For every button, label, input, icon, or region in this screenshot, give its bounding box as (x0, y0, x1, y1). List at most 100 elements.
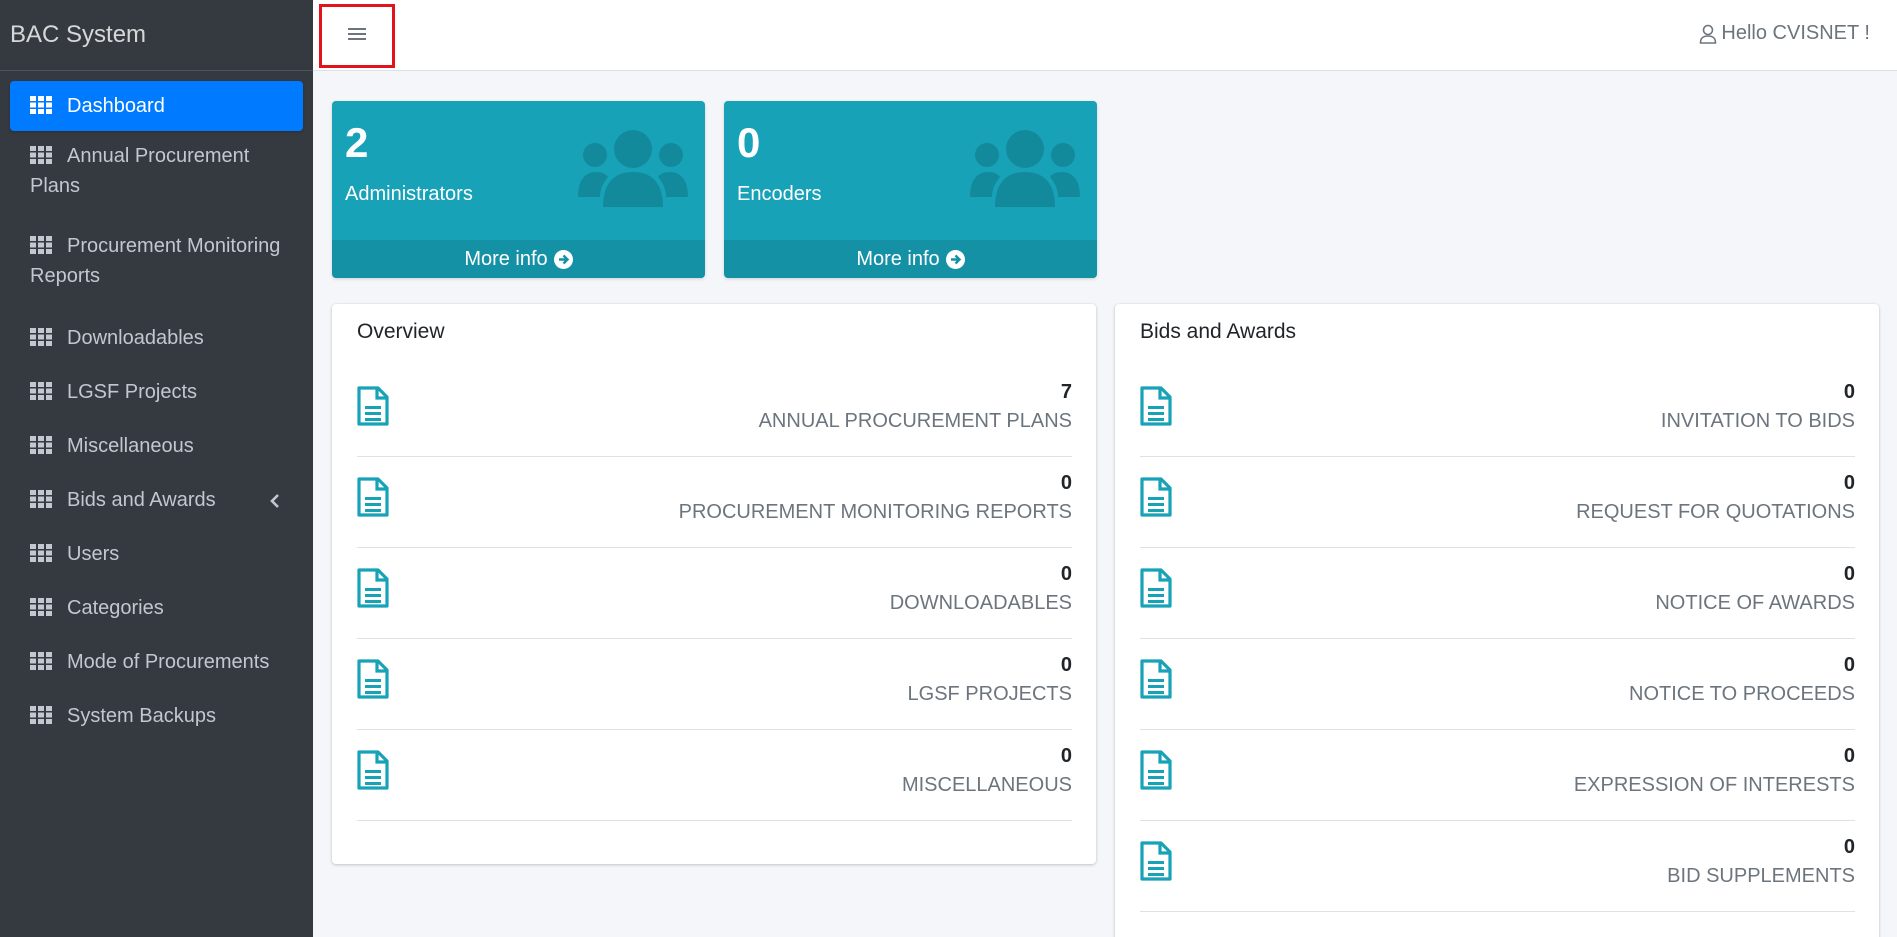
sidebar-item-label: LGSF Projects (67, 381, 198, 403)
item-label: INVITATION TO BIDS (1660, 410, 1855, 432)
item-label: BID SUPPLEMENTS (1667, 865, 1855, 887)
item-label: PROCUREMENT MONITORING REPORTS (678, 501, 1072, 523)
th-icon (30, 96, 52, 114)
sidebar-item-label: Mode of Procurements (67, 651, 270, 673)
top-navbar: Hello CVISNET ! (313, 0, 1897, 71)
arrow-circle-right-icon (553, 249, 573, 269)
user-menu[interactable]: Hello CVISNET ! (1699, 22, 1870, 45)
encoders-more-info-link[interactable]: More info (724, 240, 1097, 278)
th-icon (30, 598, 52, 616)
list-item[interactable]: 0 REQUEST FOR QUOTATIONS (1140, 457, 1855, 548)
sidebar-item-system-backups[interactable]: System Backups (10, 689, 303, 743)
list-item[interactable]: 0 NOTICE OF AWARDS (1140, 548, 1855, 639)
user-icon (1699, 24, 1717, 44)
list-item[interactable]: 7 ANNUAL PROCUREMENT PLANS (357, 366, 1072, 457)
th-icon (30, 236, 52, 254)
brand-text: BAC System (10, 21, 147, 48)
users-icon (970, 129, 1080, 214)
item-label: EXPRESSION OF INTERESTS (1573, 774, 1855, 796)
sidebar-item-label: Annual Procurement Plans (30, 145, 250, 197)
th-icon (30, 146, 52, 164)
th-icon (30, 328, 52, 346)
th-icon (30, 382, 52, 400)
item-label: ANNUAL PROCUREMENT PLANS (758, 410, 1072, 432)
list-item[interactable]: 0 EXPRESSION OF INTERESTS (1140, 730, 1855, 821)
sidebar-item-label: Miscellaneous (67, 435, 194, 457)
item-label: NOTICE OF AWARDS (1655, 592, 1855, 614)
sidebar-item-miscellaneous[interactable]: Miscellaneous (10, 419, 303, 473)
sidebar-item-categories[interactable]: Categories (10, 581, 303, 635)
file-alt-icon (357, 477, 389, 517)
sidebar-item-label: Dashboard (67, 95, 165, 117)
file-alt-icon (1140, 386, 1172, 426)
item-count: 0 (1843, 381, 1855, 403)
item-label: REQUEST FOR QUOTATIONS (1576, 501, 1855, 523)
th-icon (30, 436, 52, 454)
bids-and-awards-card: Bids and Awards 0 INVITATION TO BIDS 0 R… (1115, 304, 1879, 937)
list-item[interactable]: 0 PROCUREMENT MONITORING REPORTS (357, 457, 1072, 548)
item-label: DOWNLOADABLES (889, 592, 1072, 614)
more-info-label: More info (856, 247, 940, 270)
menu-toggle-button[interactable] (319, 4, 395, 68)
overview-title: Overview (357, 320, 445, 343)
item-count: 0 (1060, 745, 1072, 767)
sidebar-nav: Dashboard Annual Procurement Plans Procu… (0, 71, 313, 743)
administrators-count: 2 (345, 119, 369, 166)
administrators-more-info-link[interactable]: More info (332, 240, 705, 278)
item-count: 0 (1060, 654, 1072, 676)
file-alt-icon (357, 568, 389, 608)
sidebar-item-procurement-monitoring-reports[interactable]: Procurement Monitoring Reports (10, 221, 303, 311)
brand-link[interactable]: BAC System (0, 0, 313, 71)
sidebar-item-label: Procurement Monitoring Reports (30, 235, 281, 287)
sidebar-item-lgsf-projects[interactable]: LGSF Projects (10, 365, 303, 419)
list-item[interactable]: 0 NOTICE TO PROCEEDS (1140, 639, 1855, 730)
th-icon (30, 544, 52, 562)
encoders-box: 0 Encoders More info (724, 101, 1097, 278)
file-alt-icon (1140, 841, 1172, 881)
th-icon (30, 652, 52, 670)
item-count: 0 (1843, 472, 1855, 494)
sidebar-item-label: Users (67, 543, 120, 565)
th-icon (30, 490, 52, 508)
th-icon (30, 706, 52, 724)
sidebar-item-annual-procurement-plans[interactable]: Annual Procurement Plans (10, 131, 303, 221)
sidebar-item-downloadables[interactable]: Downloadables (10, 311, 303, 365)
item-label: LGSF PROJECTS (907, 683, 1072, 705)
sidebar-item-users[interactable]: Users (10, 527, 303, 581)
file-alt-icon (357, 750, 389, 790)
file-alt-icon (1140, 568, 1172, 608)
sidebar-item-label: Bids and Awards (67, 489, 216, 511)
user-greeting: Hello CVISNET ! (1721, 22, 1870, 44)
users-icon (578, 129, 688, 214)
angle-left-icon (269, 489, 281, 508)
sidebar-item-dashboard[interactable]: Dashboard (10, 81, 303, 131)
item-label: MISCELLANEOUS (901, 774, 1072, 796)
item-count: 0 (1843, 745, 1855, 767)
sidebar-item-bids-and-awards[interactable]: Bids and Awards (10, 473, 303, 527)
encoders-count: 0 (737, 119, 761, 166)
sidebar-item-label: Categories (67, 597, 164, 619)
item-count: 7 (1060, 381, 1072, 403)
sidebar-item-label: System Backups (67, 705, 216, 727)
sidebar-item-mode-of-procurements[interactable]: Mode of Procurements (10, 635, 303, 689)
file-alt-icon (1140, 659, 1172, 699)
list-item[interactable]: 0 DOWNLOADABLES (357, 548, 1072, 639)
sidebar-item-label: Downloadables (67, 327, 204, 349)
item-label: NOTICE TO PROCEEDS (1629, 683, 1855, 705)
bids-and-awards-title: Bids and Awards (1140, 320, 1297, 343)
list-item[interactable]: 0 LGSF PROJECTS (357, 639, 1072, 730)
file-alt-icon (357, 386, 389, 426)
item-count: 0 (1843, 563, 1855, 585)
more-info-label: More info (464, 247, 548, 270)
administrators-box: 2 Administrators More info (332, 101, 705, 278)
file-alt-icon (357, 659, 389, 699)
item-count: 0 (1843, 654, 1855, 676)
arrow-circle-right-icon (945, 249, 965, 269)
item-count: 0 (1060, 472, 1072, 494)
file-alt-icon (1140, 477, 1172, 517)
list-item[interactable]: 0 INVITATION TO BIDS (1140, 366, 1855, 457)
item-count: 0 (1060, 563, 1072, 585)
sidebar: BAC System Dashboard Annual Procurement … (0, 0, 313, 937)
list-item[interactable]: 0 BID SUPPLEMENTS (1140, 821, 1855, 912)
list-item[interactable]: 0 MISCELLANEOUS (357, 730, 1072, 821)
